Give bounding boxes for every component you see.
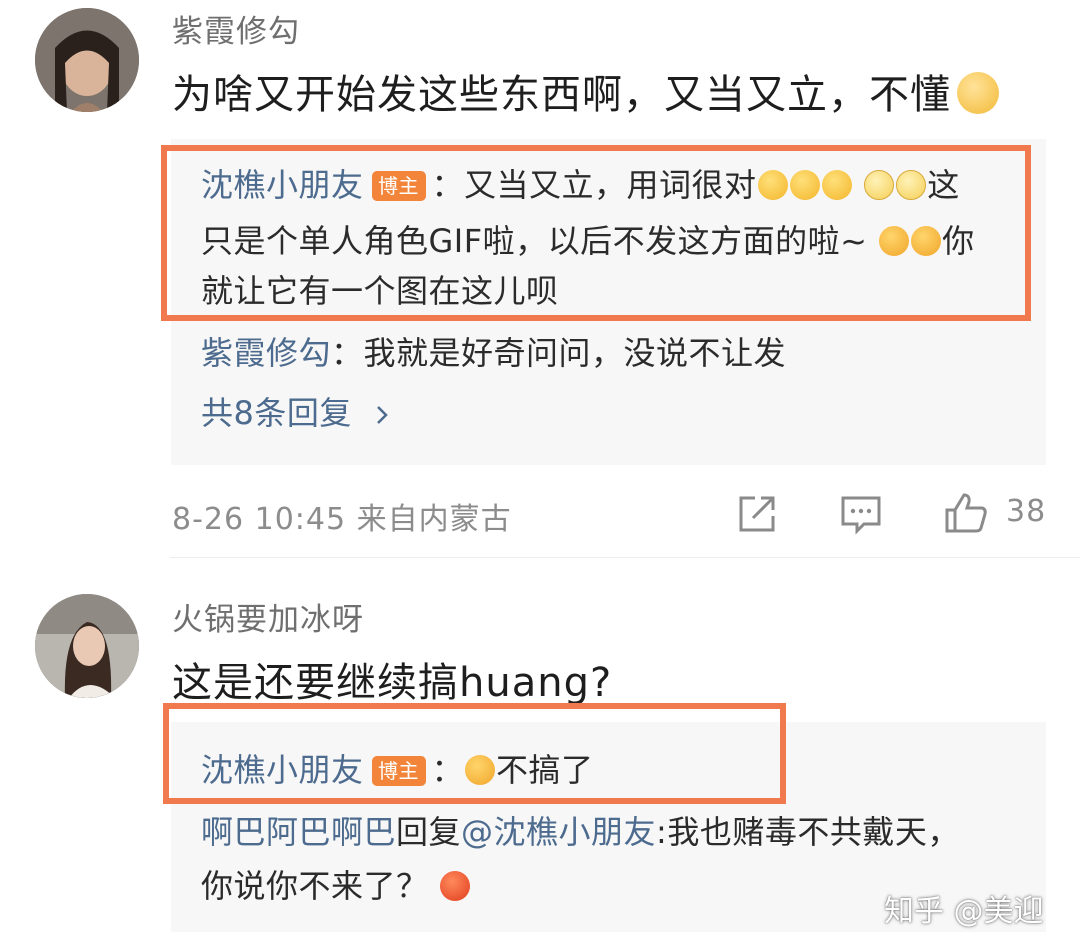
mention-link[interactable]: @沈樵小朋友 <box>461 813 656 851</box>
comment-username[interactable]: 紫霞修勾 <box>172 6 300 51</box>
view-more-replies-link[interactable]: 共8条回复 <box>201 385 393 441</box>
raised-eyebrow-emoji <box>957 72 999 114</box>
angry-emoji <box>440 871 471 901</box>
reply-username[interactable]: 紫霞修勾 <box>201 334 331 372</box>
like-count: 38 <box>1006 494 1047 529</box>
reply-username[interactable]: 啊巴阿巴啊巴 <box>201 813 396 851</box>
comment-icon[interactable] <box>840 495 882 535</box>
reply-text-line: 你说你不来了？ <box>201 858 471 914</box>
more-replies-label: 共8条回复 <box>201 394 352 432</box>
highlight-box <box>163 703 786 804</box>
avatar-image <box>35 594 139 698</box>
thumbs-up-icon[interactable] <box>944 492 988 534</box>
reply-text: :我也赌毒不共戴天， <box>656 813 960 851</box>
comment-text-content: 为啥又开始发这些东西啊，又当又立，不懂 <box>172 72 951 118</box>
reply-item[interactable]: 啊巴阿巴啊巴回复@沈樵小朋友:我也赌毒不共戴天， <box>201 804 960 860</box>
share-icon[interactable] <box>737 494 777 534</box>
comment-username[interactable]: 火锅要加冰呀 <box>172 594 364 639</box>
chevron-right-icon <box>376 406 388 424</box>
watermark: 知乎 @美迎 <box>884 894 1044 929</box>
avatar-image <box>35 8 139 112</box>
highlight-box <box>161 145 1031 321</box>
divider <box>170 557 1080 558</box>
comment-text: 为啥又开始发这些东西啊，又当又立，不懂 <box>172 62 999 120</box>
reply-item[interactable]: 紫霞修勾：我就是好奇问问，没说不让发 <box>201 325 786 381</box>
comment-text: 这是还要继续搞huang? <box>172 660 613 706</box>
reply-text: ：我就是好奇问问，没说不让发 <box>331 334 787 372</box>
reply-text: 你说你不来了？ <box>201 867 429 905</box>
reply-word: 回复 <box>396 813 462 851</box>
avatar[interactable] <box>35 8 139 112</box>
avatar[interactable] <box>35 594 139 698</box>
comment-meta: 8-26 10:45 来自内蒙古 <box>172 502 512 537</box>
